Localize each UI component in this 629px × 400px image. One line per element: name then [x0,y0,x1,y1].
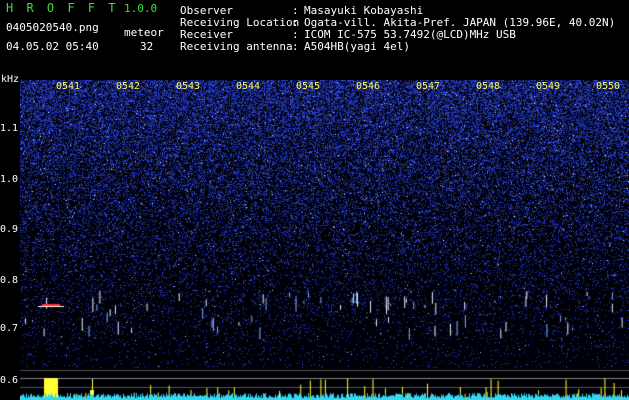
x-tick-label: 0546 [356,81,381,92]
info-colon: : [292,40,299,53]
info-value: A504HB(yagi 4el) [304,40,410,53]
x-tick-label: 0549 [536,81,561,92]
y-tick-label: 0.7 [0,323,19,334]
spectrogram-canvas [20,80,629,400]
x-tick-label: 0544 [236,81,261,92]
count-value: 32 [140,40,154,53]
y-axis-unit: kHz [1,74,20,85]
x-tick-label: 0547 [416,81,441,92]
y-tick-label: 0.6 [0,375,19,386]
y-tick-label: 0.9 [0,224,19,235]
y-tick-label: 0.8 [0,275,19,286]
x-tick-label: 0541 [56,81,81,92]
x-tick-label: 0542 [116,81,141,92]
x-tick-label: 0543 [176,81,201,92]
x-tick-label: 0545 [296,81,321,92]
file-name: 0405020540.png [6,21,99,34]
app-version: 1.0.0 [124,2,158,15]
y-tick-label: 1.1 [0,123,19,134]
y-tick-label: 1.0 [0,174,19,185]
count-label: meteor [124,26,164,39]
info-key: Receiving antenna [180,40,293,53]
date-time: 04.05.02 05:40 [6,40,99,53]
app-title: H R O F F T [6,1,119,15]
x-tick-label: 0548 [476,81,501,92]
x-tick-label: 0550 [596,81,621,92]
